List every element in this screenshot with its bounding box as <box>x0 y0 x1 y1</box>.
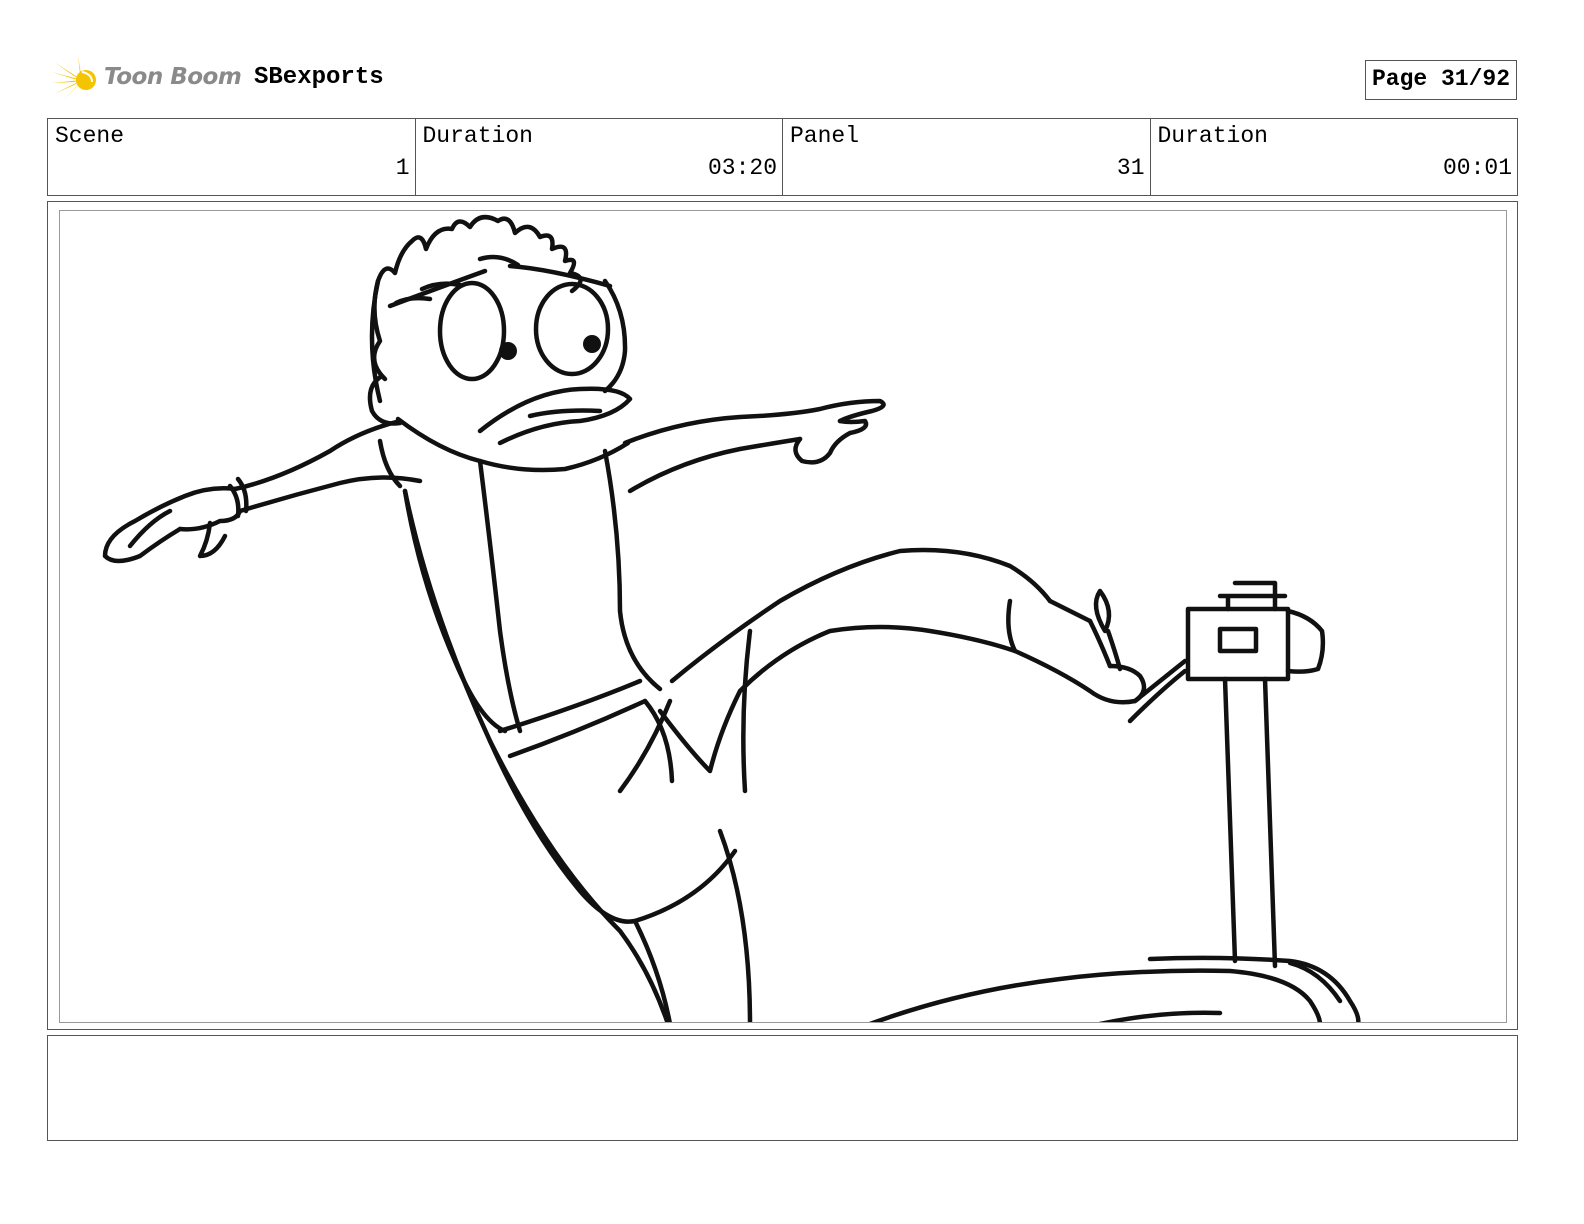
panel-duration-value: 00:01 <box>1442 155 1512 181</box>
scene-cell: Scene 1 <box>48 119 416 195</box>
panel-value: 31 <box>1116 155 1145 181</box>
panel-duration-cell: Duration 00:01 <box>1151 119 1518 195</box>
project-title: SBexports <box>254 64 384 91</box>
brand-name: Toon Boom <box>104 64 242 90</box>
panel-duration-label: Duration <box>1157 123 1268 149</box>
scene-duration-value: 03:20 <box>707 155 777 181</box>
toon-boom-logo: Toon Boom <box>52 56 242 106</box>
scene-duration-label: Duration <box>422 123 533 149</box>
character-sketch <box>102 214 1361 1022</box>
notes-area <box>47 1035 1518 1141</box>
panel-info-table: Scene 1 Duration 03:20 Panel 31 Duration… <box>47 118 1518 196</box>
panel-cell: Panel 31 <box>783 119 1151 195</box>
storyboard-image <box>59 210 1507 1023</box>
scene-duration-cell: Duration 03:20 <box>416 119 783 195</box>
page-indicator: Page 31/92 <box>1365 60 1517 100</box>
scene-label: Scene <box>55 123 125 149</box>
scene-value: 1 <box>395 155 410 181</box>
burst-icon <box>52 56 96 102</box>
panel-label: Panel <box>790 123 860 149</box>
panel-frame <box>47 201 1518 1030</box>
